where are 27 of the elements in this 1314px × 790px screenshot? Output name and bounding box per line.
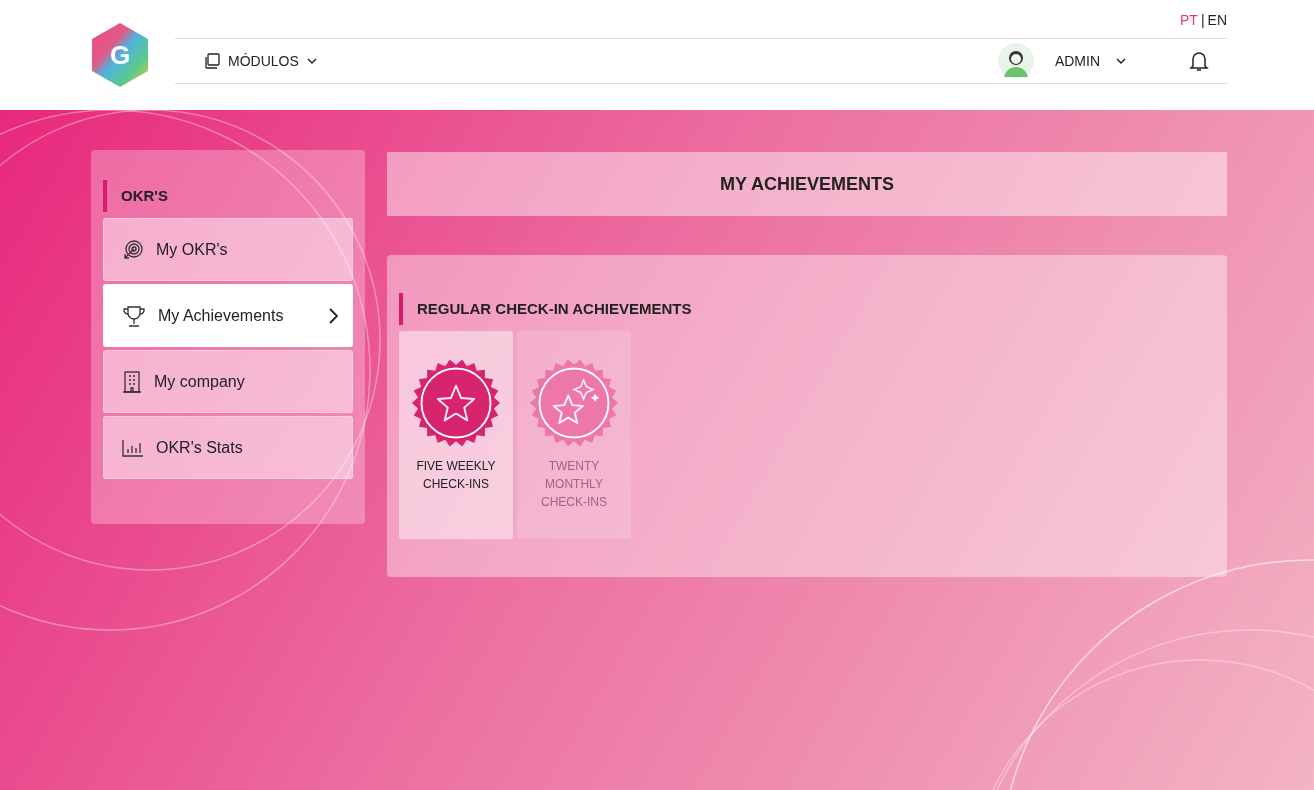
achievement-label: FIVE WEEKLY CHECK-INS (415, 458, 497, 493)
section-title: REGULAR CHECK-IN ACHIEVEMENTS (399, 293, 1215, 325)
copy-icon (204, 53, 220, 69)
trophy-icon (122, 304, 146, 327)
building-icon (122, 370, 142, 393)
language-link[interactable]: EN (1207, 9, 1227, 31)
chart-icon (122, 438, 144, 457)
page-title: MY ACHIEVEMENTS (387, 152, 1227, 216)
bell-icon[interactable] (1189, 50, 1209, 72)
modules-menu[interactable]: MÓDULOS (203, 49, 318, 73)
sidebar-item[interactable]: My Achievements (103, 284, 353, 347)
target-icon (122, 238, 144, 261)
sidebar-item[interactable]: My company (103, 350, 353, 413)
sidebar-item[interactable]: OKR's Stats (103, 416, 353, 479)
sidebar-item[interactable]: My OKR's (103, 218, 353, 281)
badge-icon (410, 357, 502, 449)
badge-icon (528, 357, 620, 449)
logo: G (91, 22, 149, 88)
chevron-right-icon (328, 307, 338, 324)
sidebar-title: OKR'S (103, 180, 353, 212)
language-link[interactable]: PT (1180, 9, 1198, 31)
separator: | (1200, 10, 1205, 30)
achievement-label: TWENTY MONTHLY CHECK-INS (540, 458, 608, 511)
user-menu[interactable]: ADMIN (1053, 49, 1127, 73)
avatar[interactable] (997, 43, 1034, 79)
chevron-down-icon (1116, 58, 1126, 64)
chevron-down-icon (306, 58, 317, 64)
